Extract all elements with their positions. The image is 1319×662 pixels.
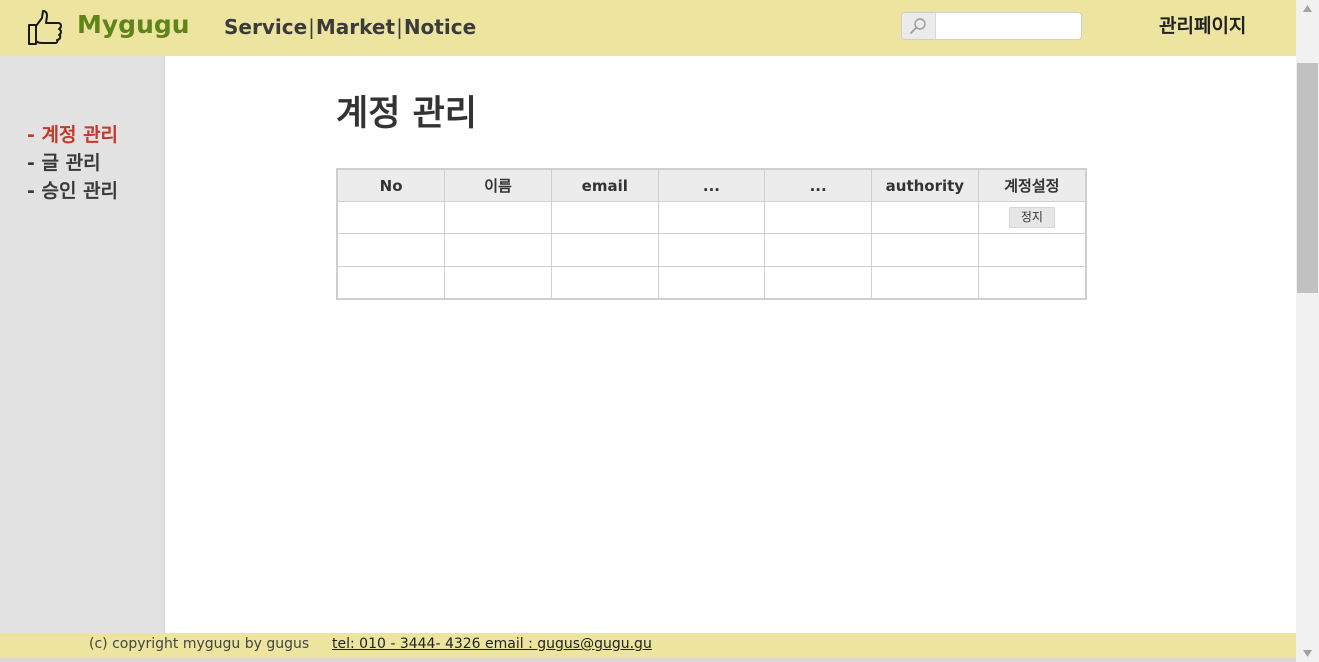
footer-copyright: (c) copyright mygugu by gugus [89, 636, 310, 652]
nav-service[interactable]: Service [224, 15, 307, 39]
table-cell [764, 200, 873, 235]
vertical-scrollbar[interactable] [1296, 0, 1319, 662]
nav-separator: | [396, 15, 403, 39]
column-header-no: No [338, 170, 446, 202]
table-header-row: No 이름 email ... ... authority 계정설정 [338, 170, 1085, 202]
sidebar-menu: - 계정 관리 - 글 관리 - 승인 관리 [27, 121, 118, 205]
table-row [338, 265, 1085, 298]
column-header-authority: authority [871, 170, 979, 202]
table-cell [871, 265, 979, 298]
thumbs-up-icon[interactable] [26, 8, 64, 46]
search-icon[interactable] [902, 13, 936, 39]
table-cell [977, 233, 1085, 267]
table-cell [550, 265, 659, 298]
scrollbar-thumb[interactable] [1297, 63, 1318, 293]
table-cell [338, 233, 446, 267]
search-box [901, 12, 1082, 40]
column-header-email: email [550, 170, 659, 202]
nav-market[interactable]: Market [316, 15, 395, 39]
sidebar-item-approval-management[interactable]: - 승인 관리 [27, 177, 118, 205]
footer: (c) copyright mygugu by gugus tel: 010 -… [0, 633, 1296, 658]
arrow-down-icon[interactable] [1296, 645, 1319, 662]
table-cell [338, 265, 446, 298]
table-cell [871, 200, 979, 235]
accounts-table: No 이름 email ... ... authority 계정설정 정지 [336, 168, 1087, 300]
column-header-account-settings: 계정설정 [977, 170, 1085, 202]
table-cell [657, 233, 766, 267]
sidebar: - 계정 관리 - 글 관리 - 승인 관리 [0, 56, 165, 633]
sidebar-item-post-management[interactable]: - 글 관리 [27, 149, 118, 177]
top-nav: Service|Market|Notice [224, 12, 476, 42]
table-cell [338, 200, 446, 235]
table-cell [550, 233, 659, 267]
table-cell [657, 265, 766, 298]
table-cell [657, 200, 766, 235]
table-cell [444, 233, 552, 267]
table-cell [764, 265, 873, 298]
brand-logo-text[interactable]: Mygugu [77, 7, 190, 43]
nav-separator: | [308, 15, 315, 39]
page-title: 계정 관리 [336, 94, 477, 134]
arrow-up-icon[interactable] [1296, 0, 1319, 17]
column-header-name: 이름 [444, 170, 552, 202]
table-cell [550, 200, 659, 235]
column-header-ellipsis-2: ... [764, 170, 873, 202]
page: Mygugu Service|Market|Notice 관리페이지 - 계정 … [0, 0, 1319, 662]
suspend-button[interactable]: 정지 [1008, 207, 1055, 229]
table-cell [977, 265, 1085, 298]
nav-notice[interactable]: Notice [404, 15, 476, 39]
table-row [338, 233, 1085, 267]
footer-contact-link[interactable]: tel: 010 - 3444- 4326 email : gugus@gugu… [332, 633, 652, 655]
header: Mygugu Service|Market|Notice 관리페이지 [0, 0, 1296, 56]
bottom-edge [0, 658, 1296, 662]
table-cell [444, 265, 552, 298]
table-cell [871, 233, 979, 267]
table-row: 정지 [338, 200, 1085, 235]
sidebar-item-account-management[interactable]: - 계정 관리 [27, 121, 118, 149]
table-cell [444, 200, 552, 235]
search-input[interactable] [936, 13, 1080, 39]
table-cell [764, 233, 873, 267]
column-header-ellipsis-1: ... [657, 170, 766, 202]
table-cell: 정지 [977, 200, 1085, 235]
admin-page-link[interactable]: 관리페이지 [1159, 11, 1246, 41]
